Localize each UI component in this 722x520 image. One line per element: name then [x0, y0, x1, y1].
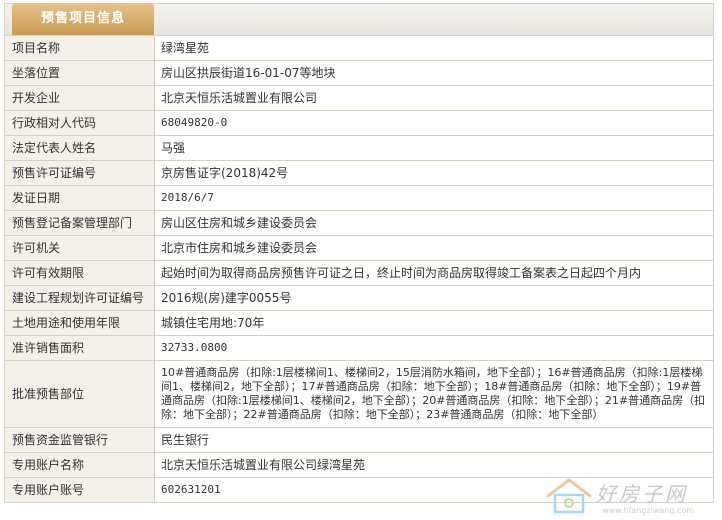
row-label: 法定代表人姓名 — [4, 135, 155, 161]
row-label: 批准预售部位 — [4, 360, 155, 428]
tab-presale-info[interactable]: 预售项目信息 — [12, 3, 154, 35]
row-value: 68049820-0 — [154, 110, 714, 136]
table-row: 发证日期 2018/6/7 — [4, 185, 714, 211]
table-row: 法定代表人姓名 马强 — [4, 135, 714, 161]
table-row: 开发企业 北京天恒乐活城置业有限公司 — [4, 85, 714, 111]
house-icon — [546, 478, 592, 514]
table-row: 行政相对人代码 68049820-0 — [4, 110, 714, 136]
row-label: 发证日期 — [4, 185, 155, 211]
row-label: 预售资金监管银行 — [4, 427, 155, 453]
row-value: 房山区住房和城乡建设委员会 — [154, 210, 714, 236]
row-value: 2018/6/7 — [154, 185, 714, 211]
row-label: 专用账户账号 — [4, 477, 155, 503]
row-label: 开发企业 — [4, 85, 155, 111]
watermark-url: www.hfangziwang.com — [602, 506, 695, 515]
row-label: 建设工程规划许可证编号 — [4, 285, 155, 311]
row-value: 马强 — [154, 135, 714, 161]
watermark-logo: 好房子网 www.hfangziwang.com — [544, 476, 714, 520]
table-row: 批准预售部位 10#普通商品房（扣除:1层楼梯间1、楼梯间2，15层消防水箱间，… — [4, 360, 714, 428]
table-row: 专用账户名称 北京天恒乐活城置业有限公司绿湾星苑 — [4, 452, 714, 478]
table-row: 准许销售面积 32733.0800 — [4, 335, 714, 361]
table-row: 预售登记备案管理部门 房山区住房和城乡建设委员会 — [4, 210, 714, 236]
table-row: 许可机关 北京市住房和城乡建设委员会 — [4, 235, 714, 261]
row-label: 专用账户名称 — [4, 452, 155, 478]
table-row: 预售许可证编号 京房售证字(2018)42号 — [4, 160, 714, 186]
row-value: 32733.0800 — [154, 335, 714, 361]
table-row: 土地用途和使用年限 城镇住宅用地:70年 — [4, 310, 714, 336]
row-label: 行政相对人代码 — [4, 110, 155, 136]
row-label: 预售许可证编号 — [4, 160, 155, 186]
table-row: 坐落位置 房山区拱辰街道16-01-07等地块 — [4, 60, 714, 86]
row-value: 北京天恒乐活城置业有限公司 — [154, 85, 714, 111]
row-label: 预售登记备案管理部门 — [4, 210, 155, 236]
table-row: 许可有效期限 起始时间为取得商品房预售许可证之日，终止时间为商品房取得竣工备案表… — [4, 260, 714, 286]
watermark-text: 好房子网 — [596, 482, 688, 506]
row-value: 绿湾星苑 — [154, 35, 714, 61]
row-label: 项目名称 — [4, 35, 155, 61]
row-value: 京房售证字(2018)42号 — [154, 160, 714, 186]
row-label: 许可机关 — [4, 235, 155, 261]
row-value: 2016规(房)建字0055号 — [154, 285, 714, 311]
row-value: 房山区拱辰街道16-01-07等地块 — [154, 60, 714, 86]
row-label: 许可有效期限 — [4, 260, 155, 286]
row-value: 10#普通商品房（扣除:1层楼梯间1、楼梯间2，15层消防水箱间，地下全部）；1… — [154, 360, 714, 428]
row-value: 北京天恒乐活城置业有限公司绿湾星苑 — [154, 452, 714, 478]
row-label: 准许销售面积 — [4, 335, 155, 361]
row-label: 坐落位置 — [4, 60, 155, 86]
row-value: 起始时间为取得商品房预售许可证之日，终止时间为商品房取得竣工备案表之日起四个月内 — [154, 260, 714, 286]
table-row: 项目名称 绿湾星苑 — [4, 35, 714, 61]
row-label: 土地用途和使用年限 — [4, 310, 155, 336]
table-row: 建设工程规划许可证编号 2016规(房)建字0055号 — [4, 285, 714, 311]
row-value: 民生银行 — [154, 427, 714, 453]
table-row: 预售资金监管银行 民生银行 — [4, 427, 714, 453]
info-table: 项目名称 绿湾星苑 坐落位置 房山区拱辰街道16-01-07等地块 开发企业 北… — [4, 35, 714, 503]
row-value: 北京市住房和城乡建设委员会 — [154, 235, 714, 261]
row-value: 城镇住宅用地:70年 — [154, 310, 714, 336]
